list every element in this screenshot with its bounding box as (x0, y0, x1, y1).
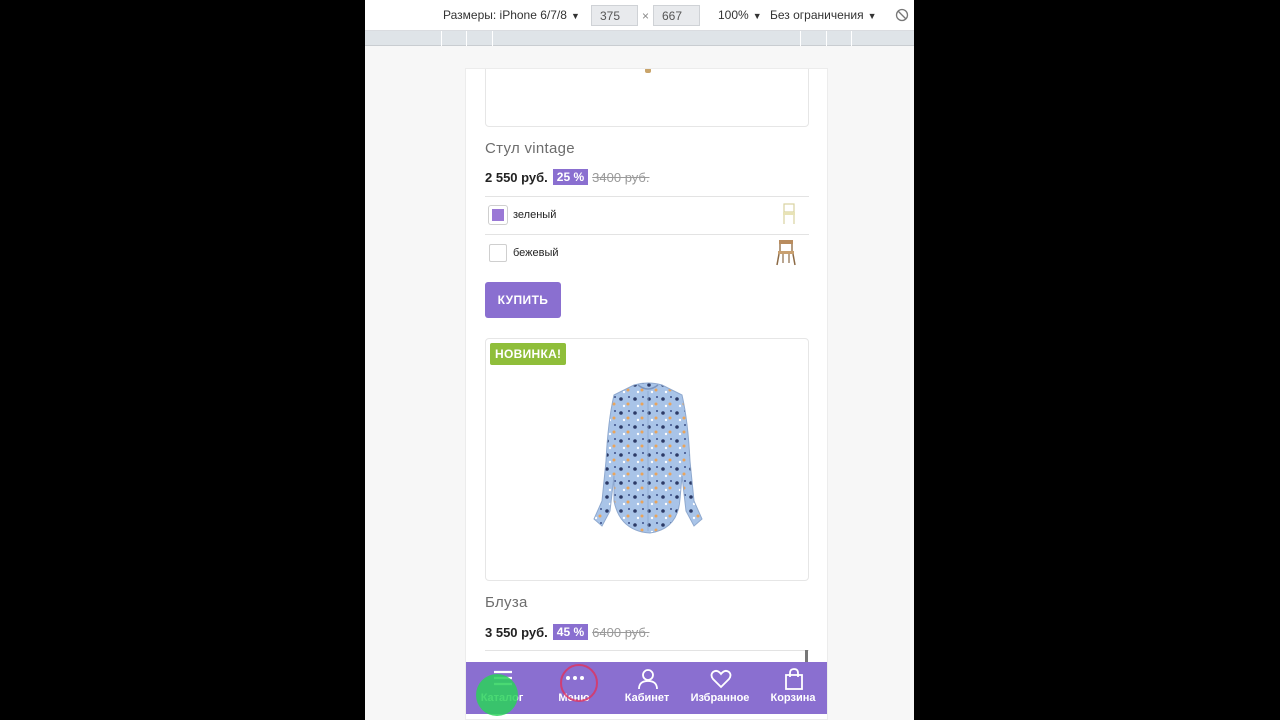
nav-account[interactable]: Кабинет (611, 662, 683, 714)
product-image-card[interactable] (485, 69, 809, 127)
buy-button[interactable]: КУПИТЬ (485, 282, 561, 318)
discount-badge: 45 % (552, 624, 589, 640)
chevron-down-icon: ▼ (867, 11, 877, 21)
price-row: 3 550 руб. 45 % 6400 руб. (485, 624, 649, 640)
old-price: 3400 руб. (592, 169, 650, 185)
old-price: 6400 руб. (592, 624, 650, 640)
current-price: 3 550 руб. (485, 624, 548, 640)
product-image-card[interactable]: НОВИНКА! (485, 338, 809, 581)
product-title[interactable]: Стул vintage (485, 140, 575, 157)
nav-cart[interactable]: Корзина (757, 662, 827, 714)
height-input[interactable]: 667 (653, 5, 700, 26)
device-select-label: Размеры: iPhone 6/7/8 (443, 8, 567, 22)
nav-catalog[interactable]: Каталог (466, 662, 538, 716)
bottom-navigation: Каталог Меню Кабинет Избранное (466, 662, 827, 716)
product-title[interactable]: Блуза (485, 594, 528, 611)
current-price: 2 550 руб. (485, 169, 548, 185)
tap-ring-indicator (560, 664, 598, 702)
variant-option-green[interactable]: зеленый (485, 197, 809, 234)
chevron-down-icon: ▼ (752, 11, 762, 21)
zoom-select[interactable]: 100% ▼ (718, 8, 762, 22)
mobile-viewport: Стул vintage 2 550 руб. 25 % 3400 руб. з… (465, 68, 828, 720)
variant-label: бежевый (513, 247, 559, 259)
nav-label: Корзина (770, 692, 816, 704)
width-input[interactable]: 375 (591, 5, 638, 26)
devtools-device-emulator: Размеры: iPhone 6/7/8 ▼ 375 × 667 100% ▼ Б… (365, 0, 914, 720)
dimension-separator: × (642, 9, 650, 23)
nav-favorites[interactable]: Избранное (684, 662, 756, 714)
zoom-label: 100% (718, 8, 749, 22)
chair-leg-fragment (645, 69, 651, 73)
divider (485, 650, 809, 651)
touch-indicator (476, 674, 518, 716)
nav-label: Избранное (690, 692, 750, 704)
variant-label: зеленый (513, 209, 557, 221)
nav-label: Кабинет (624, 692, 670, 704)
chevron-down-icon: ▼ (570, 11, 580, 21)
device-select[interactable]: Размеры: iPhone 6/7/8 ▼ (443, 8, 580, 22)
chair-beige-icon (775, 238, 797, 271)
price-row: 2 550 руб. 25 % 3400 руб. (485, 169, 649, 185)
variant-option-beige[interactable]: бежевый (485, 235, 809, 272)
media-query-ruler[interactable] (365, 31, 914, 46)
throttling-select[interactable]: Без ограничения ▼ (770, 8, 877, 22)
throttling-label: Без ограничения (770, 8, 864, 22)
new-badge: НОВИНКА! (490, 343, 567, 365)
chair-green-icon (781, 203, 797, 230)
blouse-image (590, 381, 706, 541)
rotate-icon[interactable] (895, 8, 909, 25)
variant-checkbox[interactable] (489, 244, 507, 262)
discount-badge: 25 % (552, 169, 589, 185)
variant-checkbox[interactable] (489, 206, 507, 224)
scrollbar[interactable] (805, 650, 808, 662)
device-toolbar: Размеры: iPhone 6/7/8 ▼ 375 × 667 100% ▼ Б… (365, 0, 914, 31)
